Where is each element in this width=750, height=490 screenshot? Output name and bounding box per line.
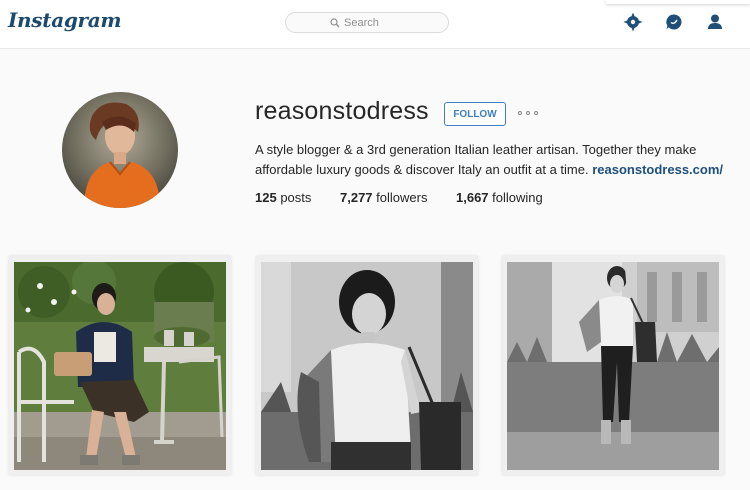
follow-button[interactable]: FOLLOW	[444, 102, 506, 126]
profile-username: reasonstodress	[255, 97, 429, 125]
post-photo-jacket-tote	[261, 262, 473, 470]
posts-label: posts	[280, 190, 312, 205]
posts-count: 125	[255, 190, 277, 205]
following-count: 1,667	[456, 190, 489, 205]
following-label: following	[492, 190, 543, 205]
followers-stat[interactable]: 7,277 followers	[340, 190, 427, 205]
explore-icon[interactable]	[623, 12, 643, 32]
dot-icon	[518, 111, 522, 115]
more-options-button[interactable]	[518, 106, 538, 120]
profile-website-link[interactable]: reasonstodress.com/	[592, 162, 723, 177]
search-input[interactable]	[340, 16, 404, 29]
following-stat[interactable]: 1,667 following	[456, 190, 543, 205]
post-thumbnail[interactable]	[502, 256, 724, 475]
posts-stat: 125 posts	[255, 190, 311, 205]
dot-icon	[534, 111, 538, 115]
profile-bio: A style blogger & a 3rd generation Itali…	[255, 140, 725, 180]
top-navigation-bar: Instagram	[0, 0, 750, 49]
post-thumbnail[interactable]	[256, 256, 478, 475]
followers-label: followers	[376, 190, 428, 205]
dot-icon	[526, 111, 530, 115]
search-icon	[330, 17, 340, 27]
instagram-logo[interactable]: Instagram	[8, 8, 122, 32]
dropdown-edge	[606, 0, 750, 4]
search-box[interactable]	[285, 12, 449, 33]
activity-icon[interactable]	[664, 12, 684, 32]
followers-count: 7,277	[340, 190, 373, 205]
post-thumbnail[interactable]	[9, 256, 231, 475]
post-photo-garden	[14, 262, 226, 470]
profile-avatar[interactable]	[62, 92, 178, 208]
post-photo-tall-grass	[507, 262, 719, 470]
profile-icon[interactable]	[705, 12, 725, 32]
